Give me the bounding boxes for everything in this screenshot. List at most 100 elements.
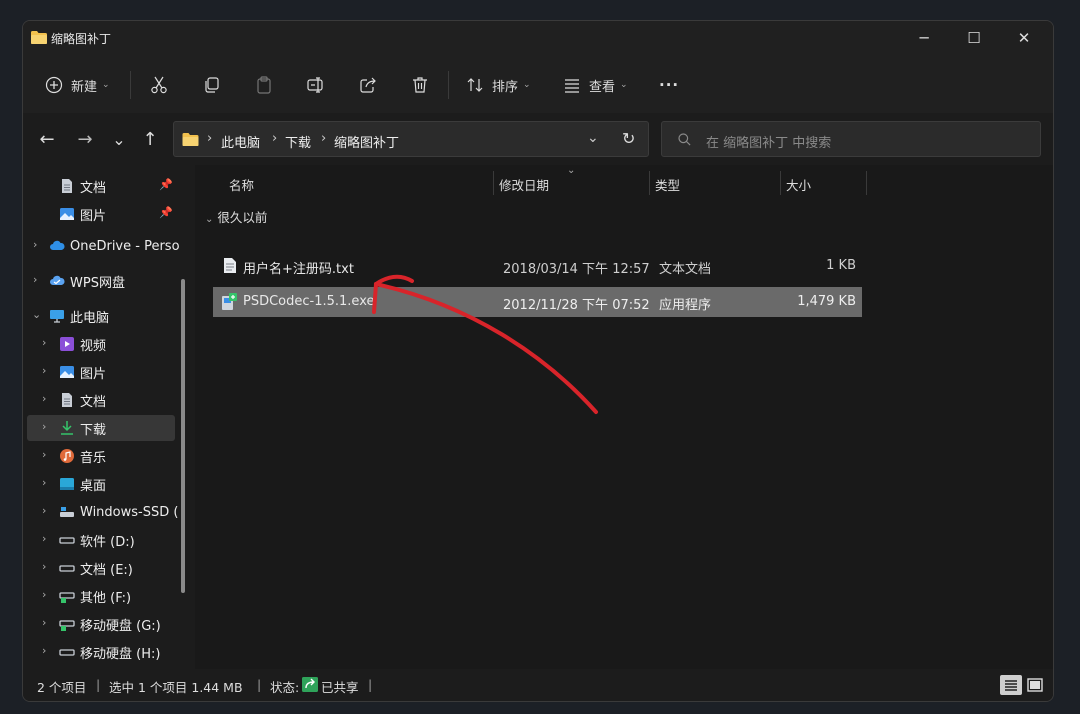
cut-button[interactable] bbox=[149, 71, 169, 99]
file-date: 2012/11/28 下午 07:52 bbox=[503, 298, 650, 313]
forward-button[interactable]: → bbox=[71, 125, 99, 153]
file-name: 用户名+注册码.txt bbox=[243, 262, 354, 277]
sidebar-item-label: Windows-SSD ( bbox=[80, 504, 179, 520]
chevron-right-icon[interactable]: › bbox=[42, 588, 46, 601]
rename-button[interactable] bbox=[306, 71, 326, 99]
column-header-type[interactable]: 类型 bbox=[655, 175, 680, 194]
chevron-right-icon[interactable]: › bbox=[42, 644, 46, 657]
chevron-down-icon: ⌄ bbox=[112, 129, 126, 149]
sort-button[interactable]: 排序 ⌄ bbox=[465, 71, 531, 99]
sidebar-item-drive-d[interactable]: 软件 (D:) bbox=[59, 527, 135, 553]
search-box[interactable]: 在 缩略图补丁 中搜索 bbox=[661, 121, 1041, 157]
breadcrumb-downloads[interactable]: 下载 bbox=[285, 132, 311, 151]
sidebar-item-pictures[interactable]: 图片 bbox=[59, 359, 106, 385]
sidebar-item-label: 其他 (F:) bbox=[80, 590, 132, 606]
sidebar-item-drive-f[interactable]: 其他 (F:) bbox=[59, 583, 131, 609]
title-bar: 缩略图补丁 ─ ☐ ✕ bbox=[23, 21, 1053, 57]
new-button[interactable]: 新建 ⌄ bbox=[45, 71, 110, 99]
tiles-view-button[interactable] bbox=[1024, 675, 1046, 695]
column-divider[interactable] bbox=[493, 171, 494, 195]
sidebar-item-drive-c[interactable]: Windows-SSD ( bbox=[59, 499, 178, 525]
column-header-date[interactable]: 修改日期 bbox=[499, 175, 549, 194]
column-divider[interactable] bbox=[780, 171, 781, 195]
pin-icon[interactable]: 📌 bbox=[159, 206, 173, 219]
refresh-icon[interactable]: ↻ bbox=[622, 129, 635, 148]
column-header-size[interactable]: 大小 bbox=[786, 175, 811, 194]
sidebar-item-videos[interactable]: 视频 bbox=[59, 331, 106, 357]
recent-locations-button[interactable]: ⌄ bbox=[105, 125, 133, 153]
system-drive-icon bbox=[60, 507, 74, 517]
sidebar-item-label: 文档 (E:) bbox=[80, 562, 133, 578]
sidebar-item-documents[interactable]: 文档 bbox=[59, 387, 106, 413]
sidebar-item-drive-g[interactable]: 移动硬盘 (G:) bbox=[59, 611, 161, 637]
chevron-right-icon[interactable]: › bbox=[33, 238, 37, 251]
address-history-dropdown[interactable]: ⌄ bbox=[587, 130, 599, 146]
sidebar-item-desktop[interactable]: 桌面 bbox=[59, 471, 106, 497]
delete-button[interactable] bbox=[410, 71, 430, 99]
column-divider[interactable] bbox=[649, 171, 650, 195]
details-view-button[interactable] bbox=[1000, 675, 1022, 695]
group-label: 很久以前 bbox=[217, 210, 268, 225]
sort-button-label: 排序 bbox=[492, 79, 519, 95]
chevron-right-icon[interactable]: › bbox=[42, 560, 46, 573]
chevron-right-icon[interactable]: › bbox=[42, 476, 46, 489]
view-button[interactable]: 查看 ⌄ bbox=[562, 71, 628, 99]
sidebar-item-wps-cloud[interactable]: WPS网盘 bbox=[49, 268, 125, 294]
folder-icon bbox=[31, 31, 47, 44]
shared-drive-icon bbox=[59, 620, 75, 631]
chevron-right-icon[interactable]: › bbox=[42, 448, 46, 461]
chevron-right-icon[interactable]: › bbox=[42, 504, 46, 517]
sidebar-item-label: 文档 bbox=[80, 180, 107, 196]
back-button[interactable]: ← bbox=[33, 125, 61, 153]
chevron-right-icon[interactable]: › bbox=[33, 273, 37, 286]
pictures-icon bbox=[60, 208, 74, 220]
sidebar-item-label: 视频 bbox=[80, 338, 107, 354]
maximize-icon: ☐ bbox=[967, 29, 981, 47]
group-header[interactable]: ⌄ 很久以前 bbox=[205, 207, 267, 226]
delete-icon bbox=[413, 77, 427, 93]
shared-drive-icon bbox=[59, 592, 75, 603]
sidebar-item-quick-documents[interactable]: 文档 bbox=[59, 173, 106, 199]
column-header-name[interactable]: 名称 bbox=[229, 175, 254, 194]
table-row-selected[interactable]: PSDCodec-1.5.1.exe 2012/11/28 下午 07:52 应… bbox=[213, 287, 862, 317]
close-button[interactable]: ✕ bbox=[1001, 21, 1047, 55]
sidebar-item-label: OneDrive - Perso bbox=[70, 238, 180, 254]
sidebar-item-this-pc[interactable]: 此电脑 bbox=[49, 303, 109, 329]
address-bar[interactable]: › 此电脑 › 下载 › 缩略图补丁 ⌄ ↻ bbox=[173, 121, 649, 157]
sidebar-item-drive-e[interactable]: 文档 (E:) bbox=[59, 555, 133, 581]
sidebar-scrollbar[interactable] bbox=[181, 279, 185, 593]
sidebar-item-music[interactable]: 音乐 bbox=[59, 443, 106, 469]
new-button-label: 新建 bbox=[71, 79, 98, 95]
chevron-right-icon[interactable]: › bbox=[42, 364, 46, 377]
chevron-down-icon[interactable]: ⌄ bbox=[32, 308, 41, 321]
paste-button[interactable] bbox=[254, 71, 274, 99]
document-icon bbox=[62, 179, 72, 193]
chevron-right-icon[interactable]: › bbox=[42, 392, 46, 405]
sidebar-item-label: 音乐 bbox=[80, 450, 107, 466]
sidebar-item-onedrive[interactable]: OneDrive - Perso bbox=[49, 233, 180, 259]
chevron-right-icon[interactable]: › bbox=[42, 532, 46, 545]
sidebar-item-quick-pictures[interactable]: 图片 bbox=[59, 201, 106, 227]
minimize-button[interactable]: ─ bbox=[901, 21, 947, 55]
maximize-button[interactable]: ☐ bbox=[951, 21, 997, 55]
videos-icon bbox=[60, 337, 74, 351]
toolbar-divider bbox=[448, 71, 449, 99]
chevron-right-icon[interactable]: › bbox=[42, 336, 46, 349]
share-button[interactable] bbox=[358, 71, 378, 99]
sidebar-item-label: 此电脑 bbox=[70, 310, 110, 326]
rename-icon bbox=[307, 77, 323, 93]
sidebar-item-label: 文档 bbox=[80, 394, 107, 410]
breadcrumb-current-folder[interactable]: 缩略图补丁 bbox=[334, 132, 399, 151]
table-row[interactable]: 用户名+注册码.txt 2018/03/14 下午 12:57 文本文档 1 K… bbox=[213, 251, 862, 281]
column-divider[interactable] bbox=[866, 171, 867, 195]
sidebar-item-downloads[interactable]: › 下载 bbox=[27, 415, 175, 441]
more-button[interactable]: ··· bbox=[659, 71, 679, 99]
chevron-right-icon[interactable]: › bbox=[42, 616, 46, 629]
sidebar-item-label: 下载 bbox=[80, 422, 107, 438]
sidebar-item-drive-h[interactable]: 移动硬盘 (H:) bbox=[59, 639, 160, 665]
breadcrumb-this-pc[interactable]: 此电脑 bbox=[221, 132, 260, 151]
copy-button[interactable] bbox=[202, 71, 222, 99]
chevron-right-icon: › bbox=[42, 420, 47, 433]
up-button[interactable]: ↑ bbox=[136, 125, 164, 153]
pin-icon[interactable]: 📌 bbox=[159, 178, 173, 191]
